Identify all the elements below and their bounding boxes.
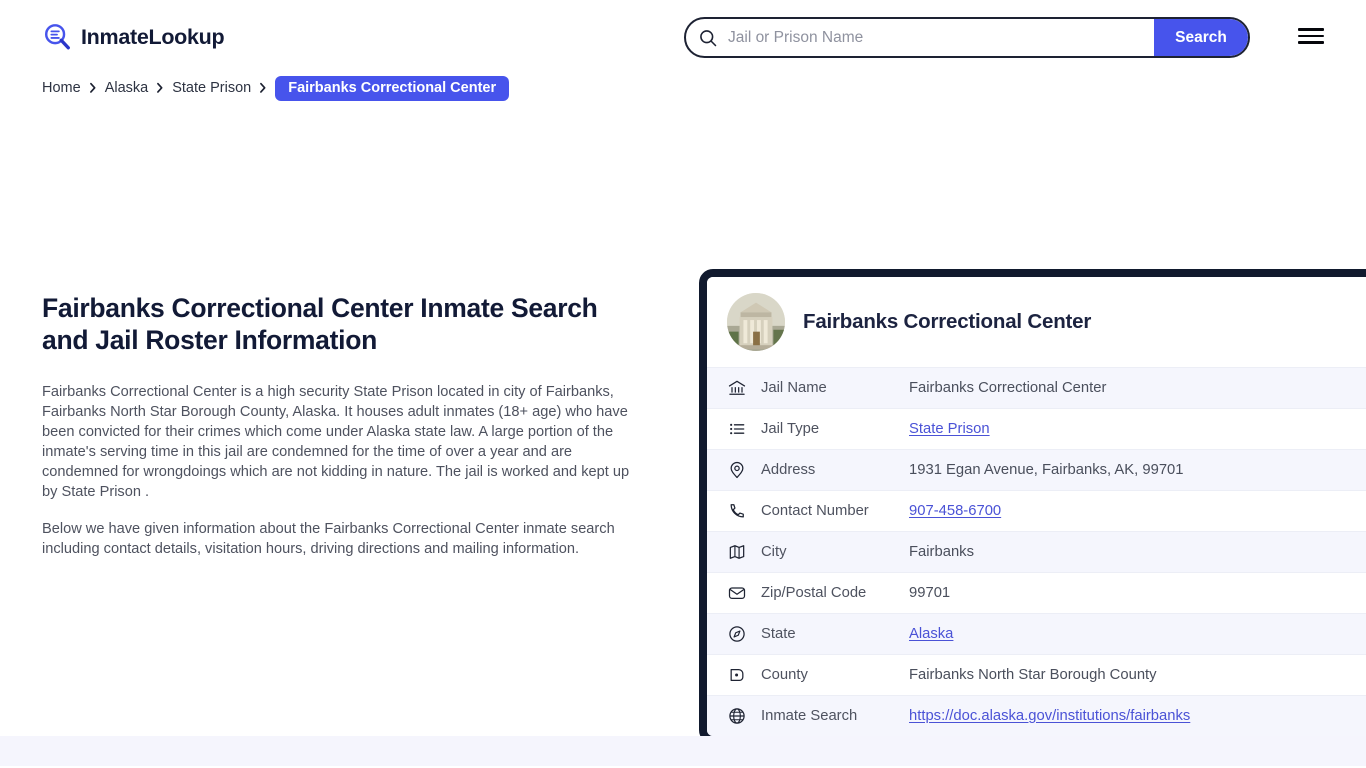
chevron-right-icon [155,82,165,95]
list-icon [727,419,747,439]
info-row-county: County Fairbanks North Star Borough Coun… [707,654,1366,695]
main-content: Fairbanks Correctional Center Inmate Sea… [0,102,1366,766]
info-value: 99701 [909,585,950,601]
info-value: 1931 Egan Avenue, Fairbanks, AK, 99701 [909,462,1184,478]
info-value-link[interactable]: Alaska [909,626,953,642]
info-value: Fairbanks North Star Borough County [909,667,1157,683]
info-row-city: City Fairbanks [707,531,1366,572]
info-label: Jail Type [761,421,909,437]
card-title: Fairbanks Correctional Center [803,310,1091,334]
prison-building-photo [727,293,785,351]
hamburger-bar [1298,28,1324,31]
phone-icon [727,501,747,521]
breadcrumb: Home Alaska State Prison Fairbanks Corre… [42,74,1366,102]
info-value-link[interactable]: State Prison [909,421,990,437]
info-row-zip-code: Zip/Postal Code 99701 [707,572,1366,613]
info-row-state: State Alaska [707,613,1366,654]
search-bar[interactable]: Search [684,17,1250,58]
location-pin-icon [727,460,747,480]
globe-icon [727,706,747,726]
brand-name: InmateLookup [81,25,224,50]
search-button[interactable]: Search [1154,19,1248,56]
info-label: Contact Number [761,503,909,519]
breadcrumb-item-alaska[interactable]: Alaska [105,80,149,96]
hamburger-bar [1298,35,1324,38]
chevron-right-icon [88,82,98,95]
hamburger-menu-icon[interactable] [1298,25,1324,47]
breadcrumb-item-state-prison[interactable]: State Prison [172,80,251,96]
info-label: Zip/Postal Code [761,585,909,601]
info-row-address: Address 1931 Egan Avenue, Fairbanks, AK,… [707,449,1366,490]
info-value: Fairbanks Correctional Center [909,380,1106,396]
info-value-link[interactable]: 907-458-6700 [909,503,1001,519]
info-row-contact-number: Contact Number 907-458-6700 [707,490,1366,531]
county-map-icon [727,665,747,685]
brand-logo-link[interactable]: InmateLookup [42,22,224,52]
breadcrumb-item-current: Fairbanks Correctional Center [275,76,509,101]
facility-info-card: Fairbanks Correctional Center Jail Name … [699,269,1366,744]
envelope-icon [727,583,747,603]
map-icon [727,542,747,562]
magnifier-list-logo-icon [42,22,72,52]
search-icon [698,28,718,48]
info-label: Address [761,462,909,478]
info-label: County [761,667,909,683]
secondary-paragraph: Below we have given information about th… [42,519,634,559]
card-header: Fairbanks Correctional Center [707,277,1366,367]
site-header: InmateLookup Search [0,0,1366,74]
bank-building-icon [727,378,747,398]
breadcrumb-item-home[interactable]: Home [42,80,81,96]
info-label: State [761,626,909,642]
compass-icon [727,624,747,644]
info-value: Fairbanks [909,544,974,560]
info-row-jail-type: Jail Type State Prison [707,408,1366,449]
info-row-inmate-search: Inmate Search https://doc.alaska.gov/ins… [707,695,1366,736]
search-input[interactable] [718,19,1154,56]
hamburger-bar [1298,41,1324,44]
info-label: Jail Name [761,380,909,396]
info-row-jail-name: Jail Name Fairbanks Correctional Center [707,367,1366,408]
info-label: City [761,544,909,560]
info-label: Inmate Search [761,708,909,724]
page-title: Fairbanks Correctional Center Inmate Sea… [42,292,634,356]
chevron-right-icon [258,82,268,95]
info-value-link[interactable]: https://doc.alaska.gov/institutions/fair… [909,708,1190,724]
footer-band [0,736,1366,766]
intro-paragraph: Fairbanks Correctional Center is a high … [42,382,634,502]
article-column: Fairbanks Correctional Center Inmate Sea… [42,292,634,576]
